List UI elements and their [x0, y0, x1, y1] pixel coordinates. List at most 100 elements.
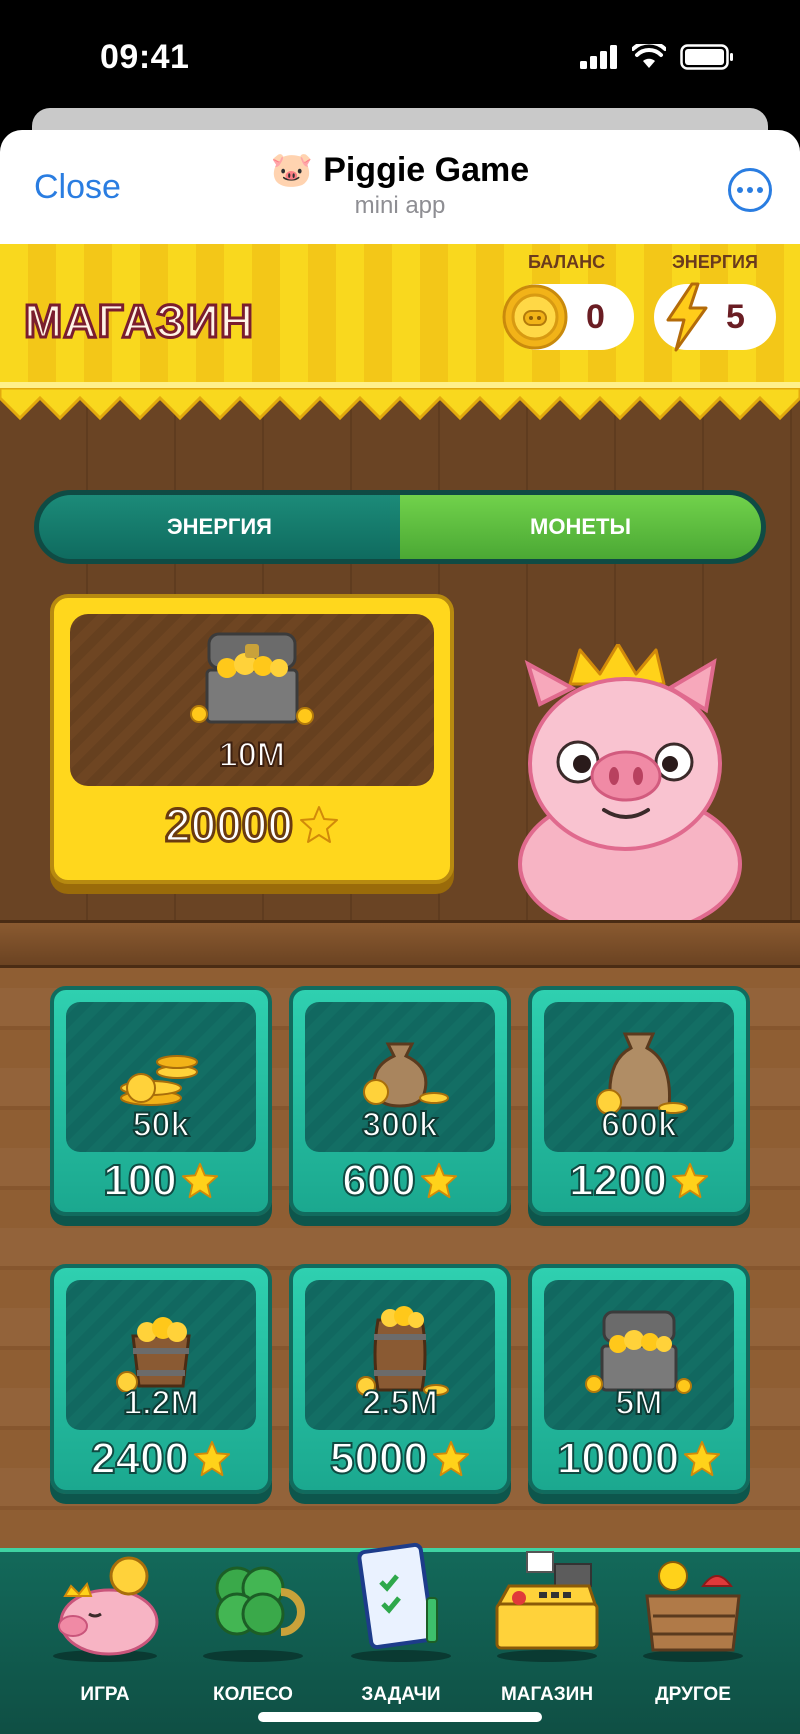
pack-art: [66, 1028, 256, 1118]
nav-label: КОЛЕСО: [213, 1684, 293, 1705]
pack-price-value: 100: [102, 1155, 177, 1206]
energy-value: 5: [726, 297, 745, 336]
star-icon: [671, 1162, 708, 1199]
coin-icon: [502, 284, 568, 350]
toy-box-icon: [643, 1561, 743, 1662]
balance-value: 0: [586, 297, 605, 336]
featured-amount: 10M: [218, 735, 286, 775]
pack-card[interactable]: 50k 100: [50, 986, 272, 1216]
miniapp-title-text: Piggie Game: [323, 150, 530, 189]
treasure-chest-icon: [585, 1310, 692, 1394]
energy-pill: 5: [654, 282, 776, 352]
checklist-icon: [351, 1542, 451, 1662]
tab-energy[interactable]: ЭНЕРГИЯ: [39, 495, 400, 559]
featured-price: 20000: [54, 798, 450, 853]
pack-amount: 5M: [614, 1383, 663, 1423]
pack-amount: 2.5M: [361, 1383, 439, 1423]
balance-label: БАЛАНС: [528, 252, 606, 272]
pack-art-panel: 50k: [66, 1002, 256, 1152]
awning-edge: [0, 388, 800, 421]
balance-pill: 0: [502, 284, 634, 350]
status-icons: [580, 44, 734, 70]
coin-barrel-icon: [356, 1306, 449, 1396]
shop-tabs: ЭНЕРГИЯ МОНЕТЫ: [34, 490, 766, 564]
cash-register-icon: [495, 1551, 599, 1662]
nav-label: ДРУГОЕ: [655, 1684, 731, 1705]
pack-art-panel: 5M: [544, 1280, 734, 1430]
pack-price: 600: [293, 1155, 507, 1206]
battery-icon: [680, 44, 733, 70]
featured-pack[interactable]: 10M 20000: [50, 594, 454, 884]
pack-price: 10000: [532, 1433, 746, 1484]
featured-price-value: 20000: [164, 798, 295, 853]
pack-price-value: 2400: [90, 1433, 190, 1484]
pack-art: [305, 1028, 495, 1118]
star-icon: [299, 806, 338, 843]
miniapp-title-block: 🐷 Piggie Game mini app: [0, 150, 800, 220]
pack-price-value: 10000: [556, 1433, 680, 1484]
nav-item-wheel[interactable]: КОЛЕСО: [178, 1552, 328, 1734]
pack-amount: 1.2M: [122, 1383, 200, 1423]
pack-art-panel: 1.2M: [66, 1280, 256, 1430]
page-title: МАГАЗИН: [22, 294, 255, 349]
coin-bag-small-icon: [363, 1042, 449, 1108]
pack-amount: 300k: [361, 1105, 439, 1145]
pack-price-value: 1200: [568, 1155, 668, 1206]
wifi-icon: [632, 44, 666, 68]
coin-stack-icon: [120, 1055, 198, 1106]
pack-card[interactable]: 1.2M 2400: [50, 1264, 272, 1494]
piggy-bank-icon: [53, 1556, 159, 1662]
status-bar: 09:41: [0, 0, 800, 110]
miniapp-title: 🐷 Piggie Game: [271, 150, 529, 190]
star-icon: [420, 1162, 457, 1199]
pack-amount: 600k: [600, 1105, 678, 1145]
pack-price-value: 600: [341, 1155, 416, 1206]
home-indicator: [258, 1712, 542, 1722]
nav-item-tasks[interactable]: ЗАДАЧИ: [326, 1542, 476, 1734]
pack-art: [544, 1028, 734, 1118]
tab-coins[interactable]: МОНЕТЫ: [400, 495, 761, 559]
nav-label: ЗАДАЧИ: [361, 1684, 441, 1705]
pack-art: [544, 1306, 734, 1396]
pack-art: [66, 1306, 256, 1396]
nav-item-shop[interactable]: МАГАЗИН: [472, 1551, 622, 1734]
pack-amount: 50k: [132, 1105, 191, 1145]
pack-price: 5000: [293, 1433, 507, 1484]
miniapp-subtitle: mini app: [354, 192, 446, 219]
nav-item-game[interactable]: ИГРА: [30, 1552, 180, 1734]
pack-price: 1200: [532, 1155, 746, 1206]
coin-bag-large-icon: [596, 1032, 688, 1115]
game-area: МАГАЗИН БАЛАНС 0 ЭНЕРГИЯ 5 ЭНЕРГИЯ МОНЕТ…: [0, 244, 800, 1734]
pack-card[interactable]: 5M 10000: [528, 1264, 750, 1494]
more-dots-icon[interactable]: [728, 168, 772, 212]
treasure-chest-icon: [190, 632, 314, 725]
pack-card[interactable]: 600k 1200: [528, 986, 750, 1216]
coin-bucket-icon: [116, 1317, 191, 1392]
status-time: 09:41: [100, 38, 190, 76]
nav-label: ИГРА: [80, 1684, 130, 1705]
shop-header: МАГАЗИН БАЛАНС 0 ЭНЕРГИЯ 5: [0, 244, 800, 384]
shop-counter: [0, 920, 800, 968]
lightning-icon: [666, 282, 708, 352]
pig-mascot: [518, 644, 742, 924]
pack-art-panel: 300k: [305, 1002, 495, 1152]
star-icon: [684, 1440, 721, 1477]
star-icon: [181, 1162, 218, 1199]
star-icon: [193, 1440, 230, 1477]
nav-label: МАГАЗИН: [500, 1684, 594, 1705]
pack-art-panel: 2.5M: [305, 1280, 495, 1430]
bottom-nav: ИГРА КОЛЕСО ЗАДАЧИ МАГАЗИН ДРУГОЕ: [0, 1542, 800, 1734]
energy-label: ЭНЕРГИЯ: [672, 252, 758, 272]
clover-icon: [203, 1566, 305, 1662]
miniapp-header: Close 🐷 Piggie Game mini app: [0, 130, 800, 244]
pack-art-panel: 600k: [544, 1002, 734, 1152]
pack-price: 100: [54, 1155, 268, 1206]
pack-price-value: 5000: [329, 1433, 429, 1484]
cellular-signal-icon: [580, 45, 617, 69]
pig-emoji-icon: 🐷: [270, 151, 314, 189]
pack-art: [305, 1306, 495, 1396]
pack-card[interactable]: 300k 600: [289, 986, 511, 1216]
featured-art-panel: 10M: [70, 614, 434, 786]
pack-card[interactable]: 2.5M 5000: [289, 1264, 511, 1494]
nav-item-other[interactable]: ДРУГОЕ: [618, 1552, 768, 1734]
